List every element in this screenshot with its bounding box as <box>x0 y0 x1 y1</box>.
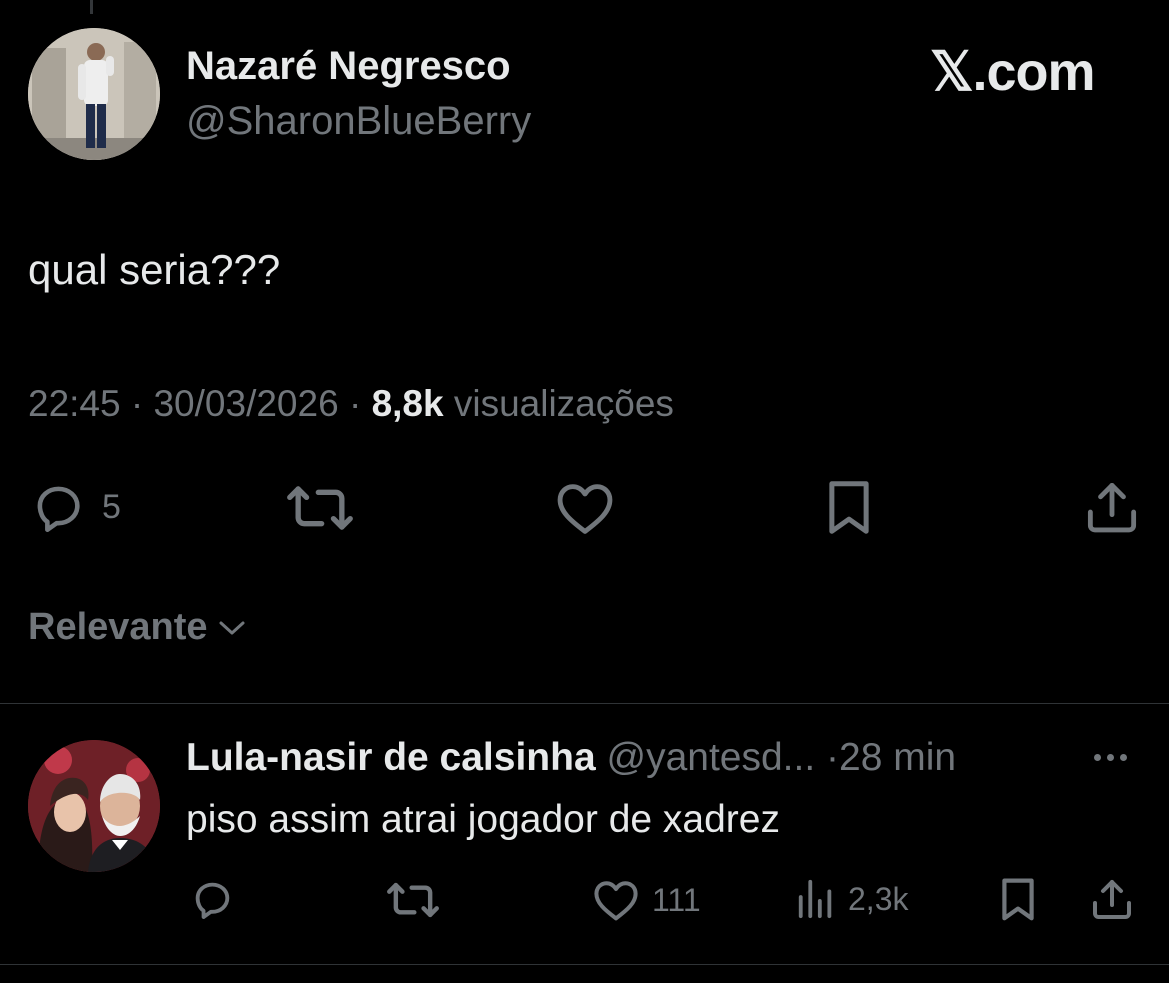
repost-icon <box>287 486 353 530</box>
reply-share-button[interactable] <box>1090 876 1134 922</box>
reply-time[interactable]: 28 min <box>839 736 956 779</box>
views-label: visualizações <box>443 383 674 424</box>
share-button[interactable] <box>1084 478 1140 536</box>
reply-like-button[interactable]: 111 <box>592 878 701 922</box>
x-com-watermark: 𝕏.com <box>930 42 1096 102</box>
avatar-image <box>28 28 160 160</box>
share-icon <box>1093 880 1131 919</box>
bookmark-icon <box>829 481 869 534</box>
tweet-time[interactable]: 22:45 <box>28 383 121 424</box>
divider <box>0 964 1169 965</box>
reply-icon <box>37 486 80 533</box>
reply-bookmark-button[interactable] <box>996 876 1040 922</box>
reply-icon <box>195 882 230 919</box>
author-handle[interactable]: @SharonBlueBerry <box>186 99 531 144</box>
author-name[interactable]: Nazaré Negresco <box>186 44 511 89</box>
reply-reply-button[interactable] <box>188 876 236 922</box>
reply-header: Lula-nasir de calsinha @yantesd... ·28 m… <box>186 736 956 780</box>
more-icon <box>1107 754 1114 761</box>
views-count[interactable]: 8,8k <box>372 383 444 424</box>
reply-author-name[interactable]: Lula-nasir de calsinha <box>186 736 596 779</box>
author-avatar[interactable] <box>28 28 160 160</box>
share-icon <box>1087 482 1137 533</box>
reply-separator: · <box>815 736 840 779</box>
views-icon <box>798 879 832 919</box>
sort-dropdown[interactable]: Relevante <box>28 606 246 649</box>
sort-label: Relevante <box>28 606 208 648</box>
more-button[interactable] <box>1094 754 1127 761</box>
avatar-image <box>28 740 160 872</box>
bookmark-button[interactable] <box>822 478 876 536</box>
reply-text: piso assim atrai jogador de xadrez <box>186 798 780 841</box>
reply-view-count: 2,3k <box>848 880 909 917</box>
reply-views-button[interactable]: 2,3k <box>796 878 908 920</box>
reply-author-handle[interactable]: @yantesd... <box>606 736 815 779</box>
reply-author-avatar[interactable] <box>28 740 160 872</box>
tweet-meta: 22:45 · 30/03/2026 · 8,8k visualizações <box>28 383 674 425</box>
tweet-text: qual seria??? <box>28 246 281 293</box>
reply-repost-button[interactable] <box>386 878 440 922</box>
heart-icon <box>594 881 638 921</box>
meta-separator: · <box>338 383 372 424</box>
more-icon <box>1120 754 1127 761</box>
tweet-date[interactable]: 30/03/2026 <box>153 383 338 424</box>
like-button[interactable] <box>554 480 616 536</box>
reply-button[interactable]: 5 <box>28 478 121 536</box>
chevron-down-icon <box>219 621 245 634</box>
reply-count: 5 <box>102 487 121 526</box>
heart-icon <box>557 484 613 534</box>
divider <box>0 703 1169 704</box>
bookmark-icon <box>1002 878 1034 921</box>
more-icon <box>1094 754 1101 761</box>
repost-icon <box>387 882 439 918</box>
thread-connector-line <box>90 0 93 14</box>
meta-separator: · <box>120 383 154 424</box>
repost-button[interactable] <box>286 480 354 536</box>
reply-like-count: 111 <box>652 881 701 918</box>
